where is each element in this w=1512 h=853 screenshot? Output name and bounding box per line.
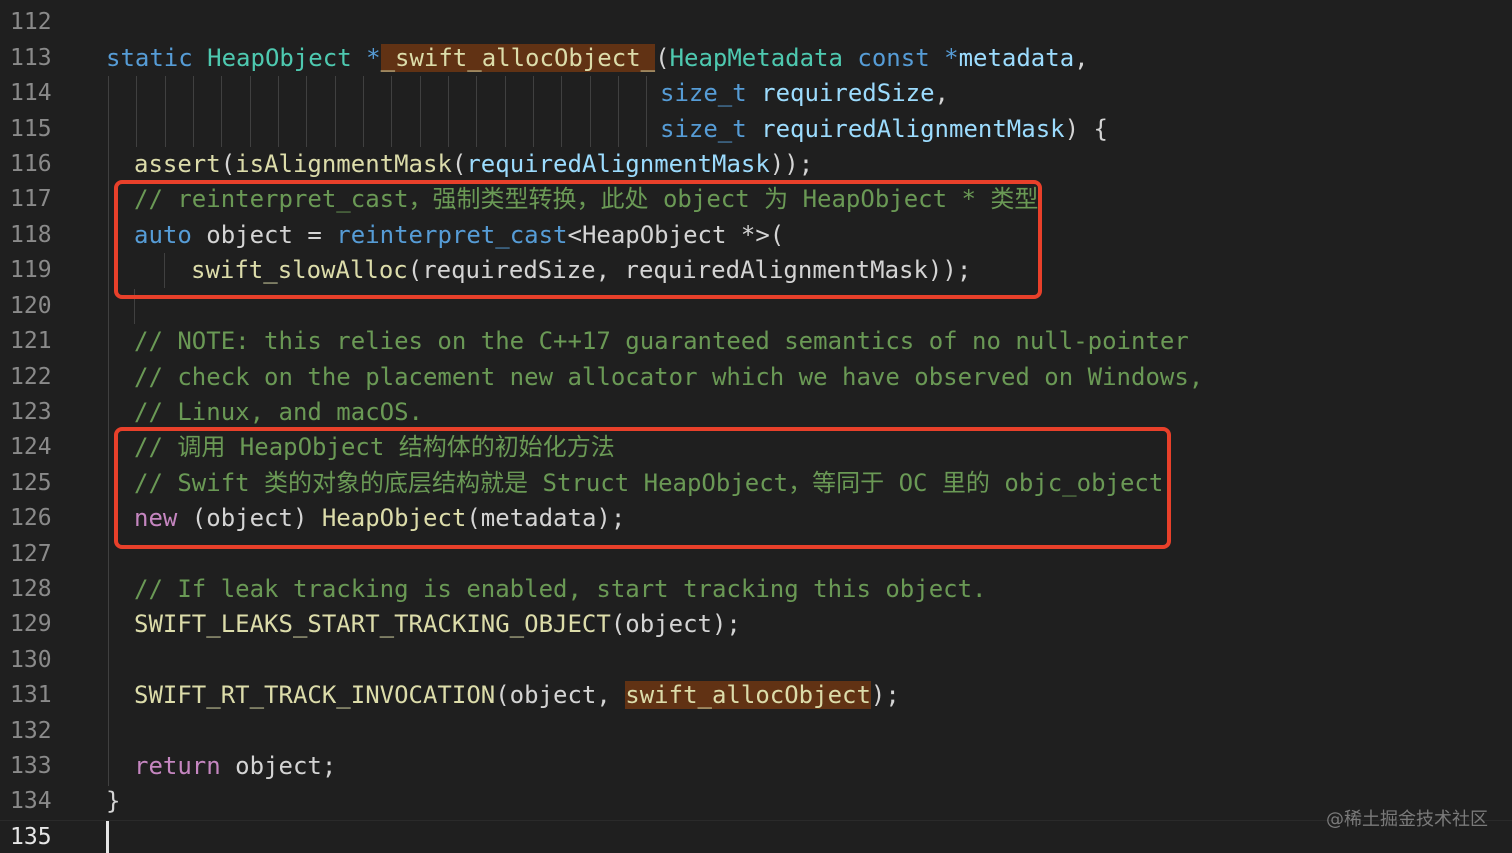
punctuation: )); [769,150,814,178]
arguments: (object); [610,610,741,638]
macro-name: SWIFT_LEAKS_START_TRACKING_OBJECT [134,610,611,638]
operator: * [351,44,381,72]
punctuation: , [1074,44,1089,72]
variable: object; [220,752,337,780]
code-line-129: SWIFT_LEAKS_START_TRACKING_OBJECT(object… [134,607,741,642]
annotation-box-reinterpret-cast [114,180,1042,299]
watermark: @稀土掘金技术社区 [1326,809,1488,830]
keyword: static [106,44,193,72]
keyword: const [857,44,930,72]
punctuation: ( [655,44,670,72]
text-cursor [106,821,109,853]
punctuation: ( [451,150,467,178]
code-line-113: static HeapObject *_swift_allocObject_(H… [106,41,1089,76]
code-line-123-comment: // Linux, and macOS. [134,398,423,426]
keyword: return [134,752,221,780]
highlighted-symbol: _swift_allocObject_ [380,44,656,72]
parameter: requiredSize [761,79,935,107]
code-line-115: size_t requiredAlignmentMask) { [660,112,1108,147]
punctuation: ( [220,150,236,178]
type-name: HeapObject [207,44,352,72]
code-line-134: } [106,787,121,815]
highlighted-symbol: swift_allocObject [625,681,871,709]
type-name: HeapMetadata [669,44,843,72]
code-line-128-comment: // If leak tracking is enabled, start tr… [134,575,987,603]
type-name: size_t [660,115,747,143]
type-name: size_t [660,79,747,107]
code-line-133: return object; [134,749,336,784]
code-line-114: size_t requiredSize, [660,76,949,111]
code-line-121-comment: // NOTE: this relies on the C++17 guaran… [134,327,1189,355]
punctuation: , [934,79,949,107]
function-name: assert [134,150,221,178]
punctuation: ); [870,681,900,709]
arguments: (object, [495,681,626,709]
macro-name: SWIFT_RT_TRACK_INVOCATION [134,681,496,709]
parameter: requiredAlignmentMask [761,115,1065,143]
code-line-122-comment: // check on the placement new allocator … [134,363,1204,391]
punctuation: ) { [1064,115,1108,143]
function-name: isAlignmentMask [235,150,452,178]
operator: * [929,44,959,72]
variable: requiredAlignmentMask [466,150,770,178]
code-line-116: assert(isAlignmentMask(requiredAlignment… [134,147,813,182]
code-line-131: SWIFT_RT_TRACK_INVOCATION(object, swift_… [134,678,900,713]
parameter: metadata [958,44,1075,72]
annotation-box-heapobject-init [114,427,1171,549]
code-editor[interactable]: 112 113 114 115 116 117 118 119 120 121 … [0,0,1512,853]
